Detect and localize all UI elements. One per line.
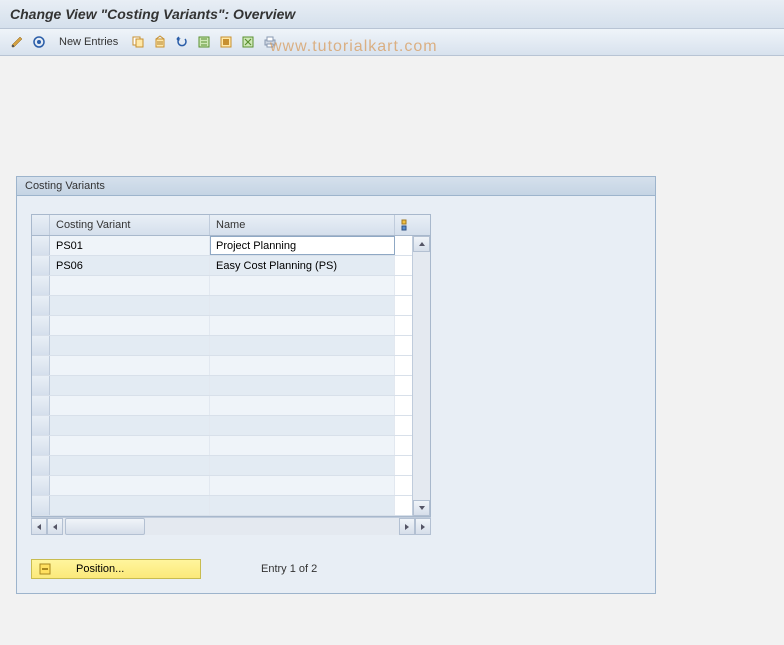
- row-selector[interactable]: [32, 476, 50, 495]
- row-selector-header[interactable]: [32, 215, 50, 235]
- costing-variants-panel: Costing Variants Costing Variant Name: [16, 176, 656, 594]
- table-row-empty: [32, 356, 412, 376]
- table-row-empty: [32, 276, 412, 296]
- row-selector[interactable]: [32, 336, 50, 355]
- display-change-icon[interactable]: [8, 33, 26, 51]
- col-header-variant[interactable]: Costing Variant: [50, 215, 210, 235]
- table-row[interactable]: PS01 Project Planning: [32, 236, 412, 256]
- row-selector[interactable]: [32, 256, 50, 275]
- row-selector[interactable]: [32, 456, 50, 475]
- table-row-empty: [32, 396, 412, 416]
- row-selector[interactable]: [32, 296, 50, 315]
- panel-body: Costing Variant Name PS01 Project Planni…: [17, 196, 655, 545]
- toolbar: New Entries: [0, 29, 784, 56]
- page-title: Change View "Costing Variants": Overview: [10, 6, 774, 22]
- table-row-empty: [32, 376, 412, 396]
- select-all-icon[interactable]: [195, 33, 213, 51]
- table-row-empty: [32, 336, 412, 356]
- undo-icon[interactable]: [173, 33, 191, 51]
- col-header-name[interactable]: Name: [210, 215, 395, 235]
- new-entries-button[interactable]: New Entries: [52, 33, 125, 51]
- cell-name[interactable]: Project Planning: [210, 236, 395, 255]
- table-row-empty: [32, 496, 412, 516]
- row-selector[interactable]: [32, 376, 50, 395]
- table-body: PS01 Project Planning PS06 Easy Cost Pla…: [32, 236, 430, 516]
- table-row-empty: [32, 296, 412, 316]
- table-header-row: Costing Variant Name: [32, 215, 430, 236]
- delete-icon[interactable]: [151, 33, 169, 51]
- cell-name[interactable]: Easy Cost Planning (PS): [210, 256, 395, 275]
- table-row[interactable]: PS06 Easy Cost Planning (PS): [32, 256, 412, 276]
- select-block-icon[interactable]: [217, 33, 235, 51]
- table-row-empty: [32, 436, 412, 456]
- cell-variant[interactable]: PS01: [50, 236, 210, 255]
- scroll-up-icon[interactable]: [413, 236, 430, 252]
- table-row-empty: [32, 416, 412, 436]
- row-selector[interactable]: [32, 276, 50, 295]
- scroll-right-icon[interactable]: [399, 518, 415, 535]
- row-selector[interactable]: [32, 436, 50, 455]
- print-icon[interactable]: [261, 33, 279, 51]
- row-selector[interactable]: [32, 236, 50, 255]
- position-label: Position...: [76, 563, 124, 575]
- scroll-left-icon[interactable]: [31, 518, 47, 535]
- title-bar: Change View "Costing Variants": Overview: [0, 0, 784, 29]
- panel-footer: Position... Entry 1 of 2: [17, 545, 655, 593]
- table-row-empty: [32, 476, 412, 496]
- entry-status: Entry 1 of 2: [261, 563, 317, 575]
- row-selector[interactable]: [32, 316, 50, 335]
- other-entry-icon[interactable]: [30, 33, 48, 51]
- row-selector[interactable]: [32, 396, 50, 415]
- row-selector[interactable]: [32, 496, 50, 515]
- horizontal-scrollbar[interactable]: [31, 517, 431, 535]
- table-row-empty: [32, 456, 412, 476]
- scroll-thumb[interactable]: [65, 518, 145, 535]
- main-area: Costing Variants Costing Variant Name: [0, 56, 784, 610]
- row-selector[interactable]: [32, 416, 50, 435]
- panel-header: Costing Variants: [17, 177, 655, 196]
- table-settings-icon[interactable]: [395, 215, 413, 235]
- deselect-all-icon[interactable]: [239, 33, 257, 51]
- row-selector[interactable]: [32, 356, 50, 375]
- vertical-scrollbar[interactable]: [412, 236, 430, 516]
- scroll-down-icon[interactable]: [413, 500, 430, 516]
- scroll-left-icon[interactable]: [47, 518, 63, 535]
- position-button[interactable]: Position...: [31, 559, 201, 579]
- scroll-right-icon[interactable]: [415, 518, 431, 535]
- copy-icon[interactable]: [129, 33, 147, 51]
- table: Costing Variant Name PS01 Project Planni…: [31, 214, 431, 517]
- table-row-empty: [32, 316, 412, 336]
- cell-variant[interactable]: PS06: [50, 256, 210, 275]
